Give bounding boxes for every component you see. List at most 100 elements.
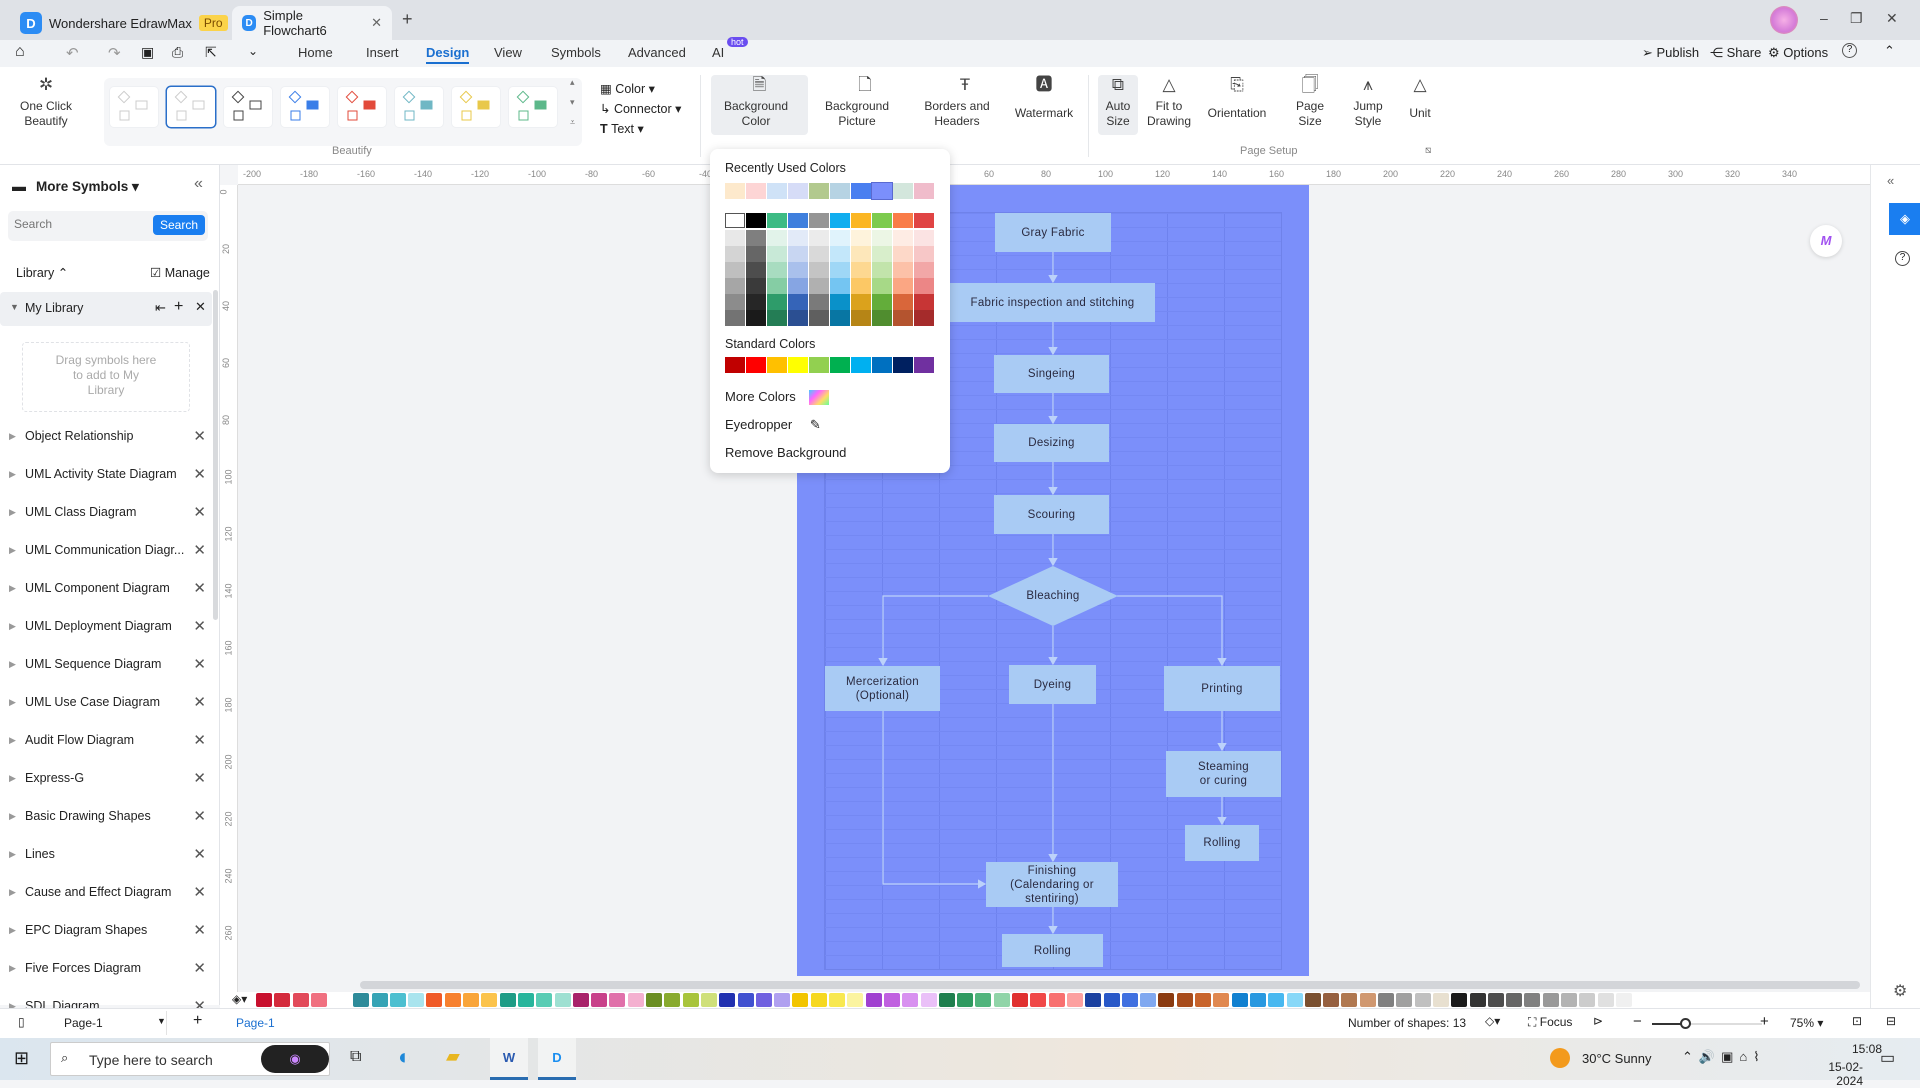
palette-color-swatch[interactable]: [1268, 993, 1285, 1007]
panel-scrollbar[interactable]: [213, 290, 218, 620]
theme-color-swatch[interactable]: [725, 278, 745, 294]
close-library-icon[interactable]: ✕: [193, 693, 206, 711]
theme-color-swatch[interactable]: [893, 278, 913, 294]
theme-color-swatch[interactable]: [746, 230, 766, 246]
recent-color-swatch[interactable]: [809, 183, 829, 199]
theme-color-swatch[interactable]: [809, 278, 829, 294]
app-tab[interactable]: D Wondershare EdrawMax Pro: [10, 6, 238, 40]
close-library-icon[interactable]: ✕: [193, 883, 206, 901]
close-library-icon[interactable]: ✕: [193, 959, 206, 977]
theme-color-swatch[interactable]: [809, 213, 829, 228]
task-view-icon[interactable]: ⧉: [350, 1048, 361, 1066]
symbol-search-input[interactable]: [14, 217, 144, 231]
unit-button[interactable]: △ Unit: [1404, 76, 1436, 121]
expand-panel-icon[interactable]: «: [1887, 173, 1894, 188]
palette-color-swatch[interactable]: [1121, 993, 1138, 1007]
palette-color-swatch[interactable]: [646, 993, 662, 1007]
node-mercerization[interactable]: Mercerization (Optional): [825, 666, 940, 711]
tab-view[interactable]: View: [494, 45, 522, 60]
print-icon[interactable]: ⎙: [172, 44, 183, 61]
palette-color-swatch[interactable]: [993, 993, 1010, 1007]
tab-symbols[interactable]: Symbols: [551, 45, 601, 60]
standard-color-swatch[interactable]: [767, 357, 787, 373]
palette-color-swatch[interactable]: [463, 993, 479, 1007]
standard-color-swatch[interactable]: [830, 357, 850, 373]
theme-color-swatch[interactable]: [788, 294, 808, 310]
undo-icon[interactable]: ↶: [66, 44, 79, 62]
text-menu[interactable]: T Text ▾: [600, 119, 681, 139]
fit-page-icon[interactable]: ⊡: [1852, 1014, 1862, 1028]
system-tray-icons[interactable]: ⌃🔊▣⌂⌇: [1682, 1049, 1766, 1065]
theme-color-swatch[interactable]: [830, 278, 850, 294]
palette-color-swatch[interactable]: [737, 993, 754, 1007]
palette-color-swatch[interactable]: [1195, 993, 1211, 1007]
redo-icon[interactable]: ↷: [108, 44, 121, 62]
palette-color-swatch[interactable]: [938, 993, 955, 1007]
theme-color-swatch[interactable]: [809, 310, 829, 326]
zoom-level[interactable]: 75% ▾: [1790, 1016, 1823, 1030]
theme-color-swatch[interactable]: [788, 246, 808, 262]
theme-color-swatch[interactable]: [851, 294, 871, 310]
one-click-beautify-button[interactable]: ✲ One Click Beautify: [14, 76, 78, 129]
theme-color-swatch[interactable]: [893, 310, 913, 326]
close-library-icon[interactable]: ✕: [193, 921, 206, 939]
manage-button[interactable]: ☑ Manage: [150, 265, 210, 280]
standard-color-swatch[interactable]: [914, 357, 934, 373]
palette-color-swatch[interactable]: [353, 993, 370, 1007]
theme-color-swatch[interactable]: [830, 294, 850, 310]
drop-zone[interactable]: Drag symbols here to add to My Library: [22, 342, 190, 412]
theme-color-swatch[interactable]: [872, 310, 892, 326]
palette-color-swatch[interactable]: [627, 993, 644, 1007]
settings-icon[interactable]: ⚙: [1893, 981, 1907, 1001]
theme-color-swatch[interactable]: [914, 230, 934, 246]
palette-color-swatch[interactable]: [1304, 993, 1321, 1007]
standard-color-swatch[interactable]: [809, 357, 829, 373]
palette-color-swatch[interactable]: [902, 993, 919, 1007]
theme-color-swatch[interactable]: [746, 310, 766, 326]
palette-color-swatch[interactable]: [1012, 993, 1028, 1007]
drawing-canvas[interactable]: Gray Fabric Fabric inspection and stitch…: [238, 185, 1870, 992]
close-library-icon[interactable]: ✕: [193, 769, 206, 787]
notifications-icon[interactable]: ▭: [1880, 1048, 1895, 1068]
borders-headers-button[interactable]: Ŧ Borders and Headers: [922, 76, 1008, 129]
palette-color-swatch[interactable]: [1579, 993, 1596, 1007]
theme-color-swatch[interactable]: [872, 246, 892, 262]
theme-color-swatch[interactable]: [872, 294, 892, 310]
theme-color-swatch[interactable]: [914, 246, 934, 262]
collapse-panel-icon[interactable]: «: [194, 175, 203, 193]
node-singeing[interactable]: Singeing: [994, 355, 1109, 393]
palette-color-swatch[interactable]: [792, 993, 809, 1007]
gallery-down-icon[interactable]: ▾: [570, 97, 575, 108]
page-tab[interactable]: Page-1: [236, 1016, 275, 1030]
theme-color-swatch[interactable]: [767, 230, 787, 246]
doc-tab[interactable]: D Simple Flowchart6 ✕: [232, 6, 392, 40]
recent-color-swatch[interactable]: [788, 183, 808, 199]
theme-color-swatch[interactable]: [725, 262, 745, 278]
theme-color-swatch[interactable]: [893, 230, 913, 246]
close-library-icon[interactable]: ✕: [193, 541, 206, 559]
close-library-icon[interactable]: ✕: [193, 807, 206, 825]
taskbar-search[interactable]: ⌕ Type here to search ◉: [50, 1042, 330, 1076]
palette-color-swatch[interactable]: [499, 993, 516, 1007]
orientation-button[interactable]: ⎘ Orientation: [1204, 76, 1270, 121]
palette-color-swatch[interactable]: [957, 993, 974, 1007]
palette-color-swatch[interactable]: [408, 993, 425, 1007]
theme-color-swatch[interactable]: [767, 310, 787, 326]
theme-color-swatch[interactable]: [914, 262, 934, 278]
weather-text[interactable]: 30°C Sunny: [1582, 1051, 1652, 1066]
play-icon[interactable]: ⊳: [1593, 1014, 1603, 1028]
options-button[interactable]: ⚙ Options: [1768, 45, 1828, 61]
palette-color-swatch[interactable]: [975, 993, 992, 1007]
palette-color-swatch[interactable]: [700, 993, 717, 1007]
standard-color-swatch[interactable]: [725, 357, 745, 373]
maximize-button[interactable]: ❐: [1850, 10, 1863, 27]
theme-color-swatch[interactable]: [851, 246, 871, 262]
palette-color-swatch[interactable]: [256, 993, 272, 1007]
theme-color-swatch[interactable]: [725, 294, 745, 310]
theme-color-swatch[interactable]: [893, 262, 913, 278]
palette-color-swatch[interactable]: [1359, 993, 1376, 1007]
theme-color-swatch[interactable]: [830, 246, 850, 262]
palette-color-swatch[interactable]: [554, 993, 571, 1007]
palette-color-swatch[interactable]: [1487, 993, 1504, 1007]
palette-color-swatch[interactable]: [572, 993, 589, 1007]
